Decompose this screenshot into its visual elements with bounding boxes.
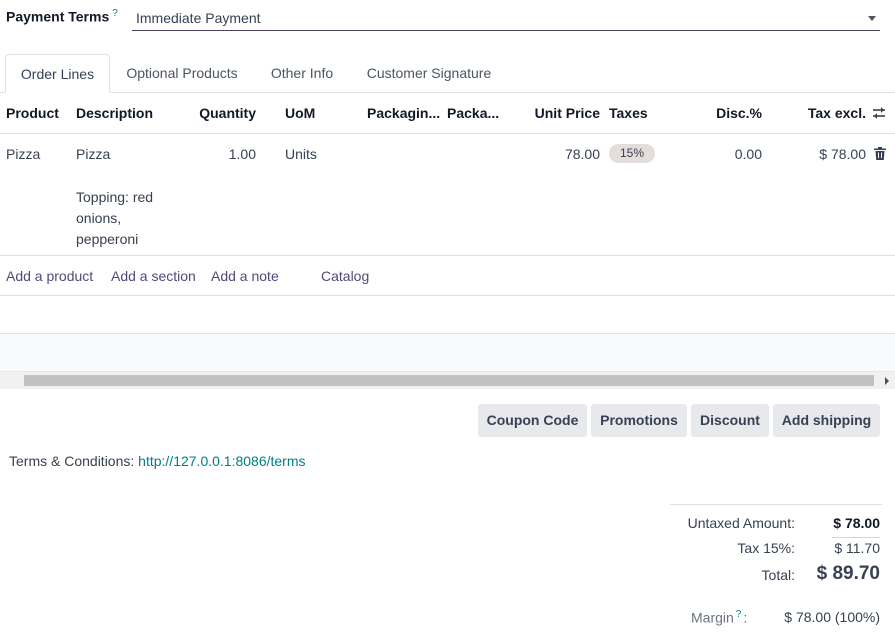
col-quantity[interactable]: Quantity	[180, 105, 256, 121]
add-line-row: Add a product Add a section Add a note C…	[0, 256, 895, 296]
total-value: $ 89.70	[816, 563, 880, 584]
margin-label-text: Margin	[691, 609, 734, 626]
scroll-right-icon[interactable]	[885, 377, 889, 385]
col-uom[interactable]: UoM	[285, 105, 315, 121]
margin-value: $ 78.00 (100%)	[784, 609, 880, 625]
terms-label: Terms & Conditions:	[9, 453, 135, 469]
col-unit-price[interactable]: Unit Price	[520, 105, 600, 121]
payment-terms-value: Immediate Payment	[136, 10, 261, 26]
untaxed-amount-value: $ 78.00	[833, 515, 880, 531]
terms-and-conditions: Terms & Conditions: http://127.0.0.1:808…	[9, 453, 306, 469]
notebook-tabs: Order Lines Optional Products Other Info…	[0, 54, 895, 93]
cell-description: Pizza	[76, 146, 111, 162]
catalog-link[interactable]: Catalog	[321, 268, 369, 284]
cell-unit-price: 78.00	[564, 146, 600, 162]
trash-icon[interactable]	[874, 147, 886, 160]
col-tax-excl[interactable]: Tax excl.	[790, 105, 866, 121]
add-note-link[interactable]: Add a note	[211, 268, 279, 284]
tab-optional-products[interactable]: Optional Products	[114, 54, 250, 93]
scrollbar-thumb[interactable]	[24, 375, 874, 386]
order-lines-header: Product Description Quantity UoM Packagi…	[0, 93, 895, 134]
optional-columns-icon[interactable]	[872, 106, 886, 120]
cell-subtotal: $ 78.00	[819, 146, 866, 162]
col-taxes[interactable]: Taxes	[609, 105, 648, 121]
cell-product: Pizza	[6, 146, 41, 162]
horizontal-scrollbar[interactable]	[0, 372, 895, 389]
col-discount[interactable]: Disc.%	[700, 105, 762, 121]
discount-button[interactable]: Discount	[691, 404, 769, 437]
terms-link[interactable]: http://127.0.0.1:8086/terms	[138, 453, 305, 469]
add-shipping-button[interactable]: Add shipping	[773, 404, 880, 437]
payment-terms-select[interactable]: Immediate Payment	[132, 6, 880, 31]
margin-label: Margin?:	[691, 609, 747, 626]
untaxed-amount-label: Untaxed Amount:	[687, 515, 795, 531]
payment-terms-label: Payment Terms?	[6, 8, 118, 25]
promotions-button[interactable]: Promotions	[591, 404, 687, 437]
payment-terms-label-text: Payment Terms	[6, 8, 110, 25]
help-icon[interactable]: ?	[112, 8, 118, 19]
add-section-link[interactable]: Add a section	[111, 268, 196, 284]
tab-other-info[interactable]: Other Info	[260, 54, 344, 93]
cell-quantity: 1.00	[228, 146, 256, 162]
col-packaging[interactable]: Packa...	[447, 105, 499, 121]
cell-description-extra: Topping: red onions, pepperoni	[76, 189, 154, 247]
tax-label: Tax 15%:	[737, 540, 795, 556]
totals-line	[832, 537, 880, 538]
add-product-link[interactable]: Add a product	[6, 268, 93, 284]
table-row[interactable]: Pizza Pizza Topping: red onions, peppero…	[0, 134, 895, 256]
empty-row	[0, 334, 895, 372]
col-description[interactable]: Description	[76, 105, 153, 121]
chevron-down-icon	[868, 16, 876, 21]
tab-customer-signature[interactable]: Customer Signature	[356, 54, 502, 93]
col-packaging-qty[interactable]: Packagin...	[367, 105, 440, 121]
help-icon[interactable]: ?	[736, 609, 742, 620]
cell-discount: 0.00	[734, 146, 762, 162]
cell-uom: Units	[285, 146, 317, 162]
total-label: Total:	[761, 567, 795, 583]
tab-order-lines[interactable]: Order Lines	[5, 54, 110, 93]
coupon-code-button[interactable]: Coupon Code	[478, 404, 587, 437]
empty-row	[0, 296, 895, 334]
tax-badge: 15%	[609, 144, 655, 163]
margin-colon: :	[743, 609, 748, 626]
totals-divider	[670, 504, 882, 505]
col-product[interactable]: Product	[6, 105, 59, 121]
tax-value: $ 11.70	[834, 540, 880, 556]
